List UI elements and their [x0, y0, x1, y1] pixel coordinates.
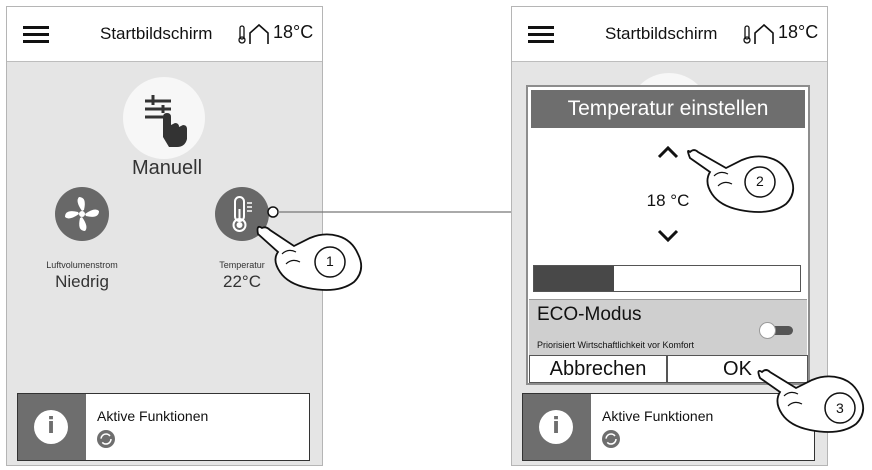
- callout-number-1: 1: [326, 253, 334, 269]
- pointing-hand-icon: [687, 149, 795, 213]
- pointing-hand-icon: [256, 225, 363, 291]
- pointing-hand-icon: [757, 369, 865, 433]
- callout-number-2: 2: [756, 173, 764, 189]
- connector-line: [267, 206, 511, 218]
- callout-number-3: 3: [836, 400, 844, 416]
